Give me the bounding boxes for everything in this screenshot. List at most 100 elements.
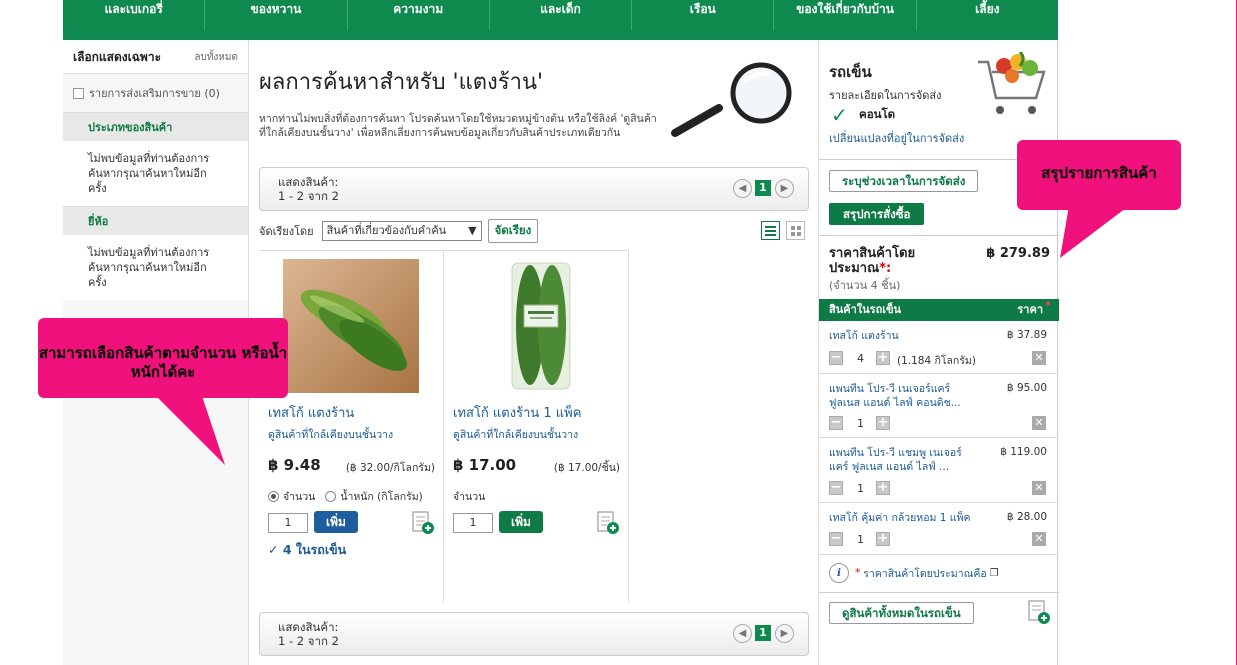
product-title[interactable]: เทสโก้ แตงร้าน bbox=[268, 402, 354, 423]
cart-item-name[interactable]: เทสโก้ แตงร้าน bbox=[829, 329, 979, 343]
list-view-icon[interactable] bbox=[761, 221, 780, 240]
unit-price: (฿ 32.00/กิโลกรัม) bbox=[345, 462, 435, 474]
cart-item-qty[interactable]: 1 bbox=[857, 533, 864, 546]
cart-item-name[interactable]: แพนทีน โปร-วี แชมพู เนเจอร์แคร์ ฟูลเนส แ… bbox=[829, 446, 979, 474]
plus-button[interactable]: + bbox=[876, 351, 890, 365]
col-item: สินค้าในรถเข็น bbox=[829, 303, 902, 316]
add-to-list-icon[interactable] bbox=[1027, 600, 1053, 626]
promo-label: รายการส่งเสริมการขาย bbox=[89, 87, 201, 100]
similar-link[interactable]: ดูสินค้าที่ใกล้เคียงบนชั้นวาง bbox=[268, 426, 393, 443]
page-number[interactable]: 1 bbox=[755, 625, 771, 641]
plus-button[interactable]: + bbox=[876, 532, 890, 546]
cart-item: แพนทีน โปร-วี แชมพู เนเจอร์แคร์ ฟูลเนส แ… bbox=[819, 438, 1059, 503]
radio-quantity-label: จำนวน bbox=[283, 491, 316, 503]
cart-item: เทสโก้ แตงร้าน ฿ 37.89 − 4 + (1.184 กิโล… bbox=[819, 321, 1059, 374]
nav-item[interactable]: เลี้ยง bbox=[917, 0, 1058, 30]
quantity-input[interactable]: 1 bbox=[453, 513, 493, 533]
minus-button[interactable]: − bbox=[829, 416, 843, 430]
minus-button[interactable]: − bbox=[829, 481, 843, 495]
nav-item[interactable]: เรือน bbox=[632, 0, 775, 30]
remove-item-icon[interactable]: ✕ bbox=[1032, 351, 1046, 365]
radio-quantity[interactable] bbox=[268, 491, 279, 502]
pager-bottom: แสดงสินค้า: 1 - 2 จาก 2 ◀ 1 ▶ bbox=[259, 612, 809, 656]
cart-panel: รถเข็น รายละเอียดในการจัดส่ง ✓ คอนโด เปล… bbox=[818, 40, 1059, 665]
promo-checkbox[interactable] bbox=[73, 87, 84, 99]
add-to-list-icon[interactable] bbox=[411, 511, 435, 535]
pager-label: แสดงสินค้า: 1 - 2 จาก 2 bbox=[278, 620, 339, 648]
cucumber-image[interactable] bbox=[283, 259, 419, 393]
checkout-button[interactable]: สรุปการสั่งซื้อ bbox=[829, 203, 925, 225]
product-title[interactable]: เทสโก้ แตงร้าน 1 แพ็ค bbox=[453, 402, 581, 423]
nav-item[interactable]: และเด็ก bbox=[490, 0, 633, 30]
add-button[interactable]: เพิ่ม bbox=[314, 511, 358, 533]
prev-page-button[interactable]: ◀ bbox=[733, 624, 752, 643]
cart-table-header: สินค้าในรถเข็น ราคา * bbox=[819, 299, 1059, 321]
cart-item: เทสโก้ คุ้มค่า กล้วยหอม 1 แพ็ค ฿ 28.00 −… bbox=[819, 503, 1059, 555]
nav-item[interactable]: ความงาม bbox=[348, 0, 490, 30]
pager-top: แสดงสินค้า: 1 - 2 จาก 2 ◀ 1 ▶ bbox=[259, 167, 809, 211]
prev-page-button[interactable]: ◀ bbox=[733, 179, 752, 198]
next-page-button[interactable]: ▶ bbox=[775, 179, 794, 198]
cart-item-qty[interactable]: 4 bbox=[857, 352, 864, 365]
change-address-link[interactable]: เปลี่ยนแปลงที่อยู่ในการจัดส่ง bbox=[829, 129, 964, 147]
col-price: ราคา bbox=[1017, 303, 1043, 316]
plus-button[interactable]: + bbox=[876, 481, 890, 495]
sort-button[interactable]: จัดเรียง bbox=[487, 219, 539, 243]
price-info-link[interactable]: ราคาสินค้าโดยประมาณคือ bbox=[863, 565, 986, 582]
cart-title: รถเข็น bbox=[829, 63, 872, 81]
pager-label: แสดงสินค้า: 1 - 2 จาก 2 bbox=[278, 175, 339, 203]
info-icon[interactable]: i bbox=[829, 563, 849, 583]
page-number[interactable]: 1 bbox=[755, 180, 771, 196]
popup-window-icon[interactable]: ❐ bbox=[990, 568, 999, 579]
filter-header: เลือกแสดงเฉพาะ ลบทั้งหมด bbox=[63, 40, 248, 74]
product-price: ฿ 17.00 bbox=[453, 456, 517, 474]
dropdown-arrow-icon: ▼ bbox=[468, 224, 477, 237]
minus-button[interactable]: − bbox=[829, 351, 843, 365]
quantity-input[interactable]: 1 bbox=[268, 513, 308, 533]
divider bbox=[819, 235, 1059, 236]
delivery-detail-label: รายละเอียดในการจัดส่ง bbox=[829, 89, 942, 102]
grid-view-icon[interactable] bbox=[786, 221, 805, 240]
product-card: เทสโก้ แตงร้าน ดูสินค้าที่ใกล้เคียงบนชั้… bbox=[259, 251, 444, 603]
product-price: ฿ 9.48 bbox=[268, 456, 321, 474]
remove-item-icon[interactable]: ✕ bbox=[1032, 532, 1046, 546]
nav-item[interactable]: และเบเกอรี่ bbox=[63, 0, 206, 30]
add-button[interactable]: เพิ่ม bbox=[499, 511, 543, 533]
product-card: เทสโก้ แตงร้าน 1 แพ็ค ดูสินค้าที่ใกล้เคี… bbox=[444, 251, 629, 603]
category-no-data: ไม่พบข้อมูลที่ท่านต้องการ ค้นหากรุณาค้นห… bbox=[63, 141, 248, 206]
cucumber-pack-image[interactable] bbox=[468, 259, 604, 393]
col-price-star: * bbox=[1045, 299, 1051, 312]
nav-item[interactable]: ของใช้เกี่ยวกับบ้าน bbox=[774, 0, 917, 30]
next-page-button[interactable]: ▶ bbox=[775, 624, 794, 643]
similar-link[interactable]: ดูสินค้าที่ใกล้เคียงบนชั้นวาง bbox=[453, 426, 578, 443]
remove-item-icon[interactable]: ✕ bbox=[1032, 416, 1046, 430]
cart-item: แพนทีน โปร-วี เนเจอร์แคร์ ฟูลเนส แอนด์ ไ… bbox=[819, 374, 1059, 438]
estimated-total-label: ราคาสินค้าโดยประมาณ*: bbox=[829, 246, 916, 276]
quantity-label: จำนวน bbox=[453, 491, 486, 503]
promo-filter[interactable]: รายการส่งเสริมการขาย (0) bbox=[63, 74, 248, 112]
page-title: ผลการค้นหาสำหรับ 'แตงร้าน' bbox=[259, 70, 544, 95]
cart-item-weight: (1.184 กิโลกรัม) bbox=[897, 355, 976, 367]
remove-item-icon[interactable]: ✕ bbox=[1032, 481, 1046, 495]
radio-weight[interactable] bbox=[325, 491, 337, 502]
view-all-cart-button[interactable]: ดูสินค้าทั้งหมดในรถเข็น bbox=[829, 602, 974, 624]
shopping-cart-icon bbox=[978, 52, 1046, 114]
clear-all-link[interactable]: ลบทั้งหมด bbox=[194, 50, 238, 65]
brand-no-data: ไม่พบข้อมูลที่ท่านต้องการ ค้นหากรุณาค้นห… bbox=[63, 235, 248, 300]
cart-item-qty[interactable]: 1 bbox=[857, 482, 864, 495]
add-to-list-icon[interactable] bbox=[596, 511, 620, 535]
sort-select[interactable]: สินค้าที่เกี่ยวข้องกับคำค้น ▼ bbox=[321, 221, 482, 241]
product-grid: เทสโก้ แตงร้าน ดูสินค้าที่ใกล้เคียงบนชั้… bbox=[259, 250, 629, 603]
cart-item-name[interactable]: แพนทีน โปร-วี เนเจอร์แคร์ ฟูลเนส แอนด์ ไ… bbox=[829, 382, 979, 410]
estimated-total: ฿ 279.89 bbox=[986, 246, 1050, 261]
magnifier-icon bbox=[671, 62, 792, 137]
minus-button[interactable]: − bbox=[829, 532, 843, 546]
sort-label: จัดเรียงโดย bbox=[259, 225, 314, 238]
plus-button[interactable]: + bbox=[876, 416, 890, 430]
nav-item[interactable]: ของหวาน bbox=[205, 0, 348, 30]
cart-item-qty[interactable]: 1 bbox=[857, 417, 864, 430]
buy-mode-options: จำนวน น้ำหนัก (กิโลกรัม) bbox=[268, 488, 423, 505]
delivery-slot-button[interactable]: ระบุช่วงเวลาในการจัดส่ง bbox=[829, 170, 979, 192]
cart-item-name[interactable]: เทสโก้ คุ้มค่า กล้วยหอม 1 แพ็ค bbox=[829, 511, 979, 525]
check-icon: ✓ bbox=[831, 103, 848, 127]
